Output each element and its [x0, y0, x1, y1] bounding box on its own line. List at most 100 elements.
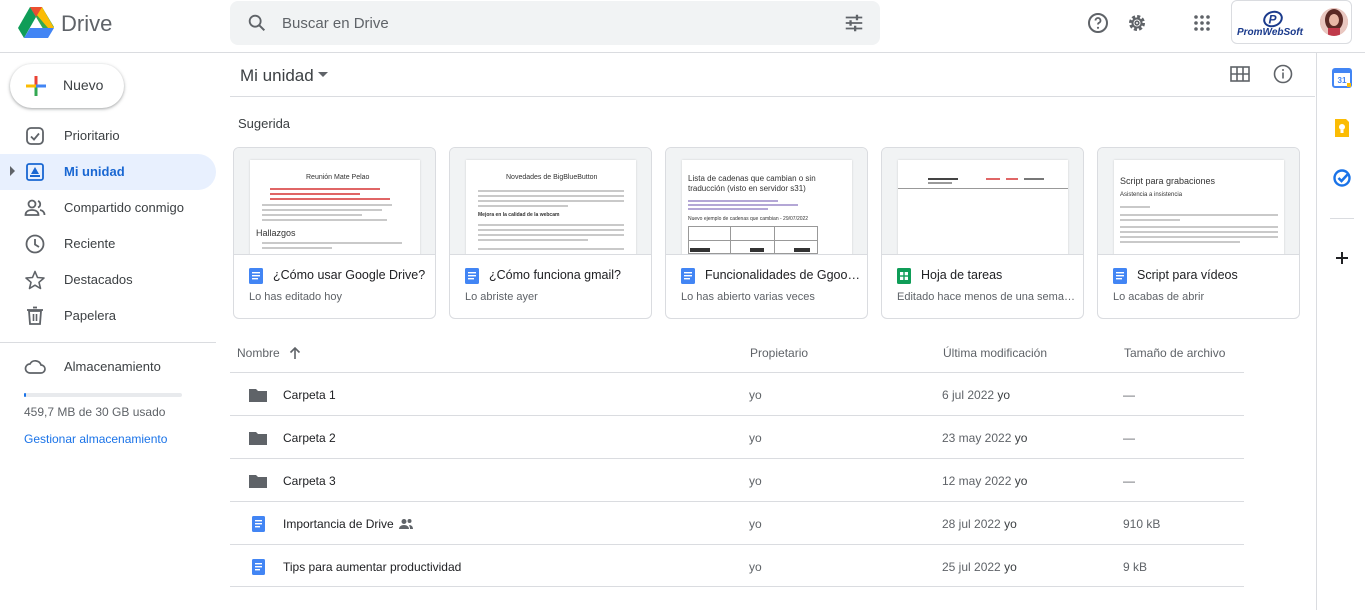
svg-text:31: 31 [1338, 76, 1347, 85]
card-subtitle: Lo acabas de abrir [1113, 291, 1205, 303]
sidebar-divider [0, 342, 216, 343]
suggested-card[interactable]: Lista de cadenas que cambian o sin tradu… [665, 147, 868, 319]
card-subtitle: Lo has editado hoy [249, 291, 342, 303]
preview-heading: Script para grabaciones [1120, 176, 1216, 186]
storage-label: Almacenamiento [64, 359, 161, 374]
doc-icon [1113, 268, 1127, 284]
tasks-icon[interactable] [1332, 168, 1352, 188]
shared-people-icon [399, 519, 413, 529]
star-icon [25, 270, 45, 290]
doc-icon [252, 559, 265, 575]
drive-logo-icon[interactable] [18, 7, 54, 39]
card-preview: Script para grabaciones Asistencia a ins… [1098, 148, 1299, 255]
grid-view-icon[interactable] [1229, 64, 1251, 84]
doc-icon [465, 268, 479, 284]
table-row[interactable]: Carpeta 1 yo 6 jul 2022 yo — [230, 372, 1244, 415]
column-header-modified[interactable]: Última modificación [943, 346, 1047, 360]
expand-caret-icon[interactable] [10, 166, 15, 176]
file-owner: yo [749, 560, 762, 574]
sidebar-item-almacenamiento[interactable]: Almacenamiento [0, 349, 216, 385]
suggested-card[interactable]: Novedades de BigBlueButton Mejora en la … [449, 147, 652, 319]
file-owner: yo [749, 431, 762, 445]
file-name: Carpeta 3 [283, 474, 336, 488]
page-title[interactable]: Mi unidad [240, 66, 314, 86]
search-input[interactable] [282, 13, 822, 33]
storage-bar [24, 393, 182, 397]
sidebar-item-mi-unidad[interactable]: Mi unidad [0, 154, 216, 190]
suggested-heading: Sugerida [238, 116, 291, 131]
preview-subheading: Mejora en la calidad de la webcam [478, 212, 560, 218]
card-preview: Reunión Mate Pelao Hallazgos [234, 148, 435, 255]
card-title: ¿Cómo funciona gmail? [489, 268, 622, 282]
card-title: Funcionalidades de Ggoogle Drive [705, 268, 861, 282]
calendar-icon[interactable]: 31 [1332, 68, 1352, 88]
file-modified: 6 jul 2022 yo [942, 388, 1011, 402]
doc-icon [252, 516, 265, 532]
table-row[interactable]: Importancia de Drive yo 28 jul 2022 yo 9… [230, 501, 1244, 544]
sheet-icon [897, 268, 911, 284]
sidebar-item-papelera[interactable]: Papelera [0, 298, 216, 334]
folder-icon [249, 432, 267, 445]
keep-icon[interactable] [1332, 118, 1352, 138]
search-icon[interactable] [246, 12, 268, 34]
doc-icon [249, 268, 263, 284]
file-owner: yo [749, 388, 762, 402]
clock-icon [25, 234, 45, 254]
card-title: Script para vídeos [1137, 268, 1238, 282]
card-preview [882, 148, 1083, 255]
people-icon [24, 199, 46, 216]
table-row[interactable]: Tips para aumentar productividad yo 25 j… [230, 544, 1244, 587]
suggested-card[interactable]: Reunión Mate Pelao Hallazgos ¿Cómo usar … [233, 147, 436, 319]
file-name: Importancia de Drive [283, 517, 394, 531]
search-options-icon[interactable] [843, 12, 865, 34]
plus-icon [26, 76, 46, 96]
sidebar-item-label: Mi unidad [64, 164, 125, 179]
table-row[interactable]: Carpeta 2 yo 23 may 2022 yo — [230, 415, 1244, 458]
file-size: 910 kB [1123, 517, 1161, 531]
new-button-label: Nuevo [63, 77, 104, 93]
sidebar-item-label: Compartido conmigo [64, 200, 184, 215]
card-title: ¿Cómo usar Google Drive? [273, 268, 426, 282]
folder-icon [249, 389, 267, 402]
sidebar-item-prioritario[interactable]: Prioritario [0, 118, 216, 154]
suggested-card[interactable]: Script para grabaciones Asistencia a ins… [1097, 147, 1300, 319]
sidebar-item-destacados[interactable]: Destacados [0, 262, 216, 298]
card-subtitle: Lo has abierto varias veces [681, 291, 815, 303]
sidebar-item-compartido[interactable]: Compartido conmigo [0, 190, 216, 226]
arrow-up-icon[interactable] [287, 345, 303, 361]
file-name: Carpeta 2 [283, 431, 336, 445]
card-preview: Lista de cadenas que cambian o sin tradu… [666, 148, 867, 255]
file-size: — [1123, 388, 1135, 402]
settings-gear-icon[interactable] [1125, 11, 1149, 35]
column-header-size: Tamaño de archivo [1124, 346, 1226, 360]
user-avatar[interactable] [1320, 8, 1348, 36]
suggested-card[interactable]: Hoja de tareas Editado hace menos de una… [881, 147, 1084, 319]
folder-icon [249, 475, 267, 488]
preview-heading: Lista de cadenas que cambian o sin tradu… [688, 174, 816, 193]
help-icon[interactable] [1086, 11, 1110, 35]
chevron-down-icon[interactable] [318, 72, 328, 77]
table-row[interactable]: Carpeta 3 yo 12 may 2022 yo — [230, 458, 1244, 501]
file-name: Carpeta 1 [283, 388, 336, 402]
add-addon-icon[interactable] [1332, 248, 1352, 268]
column-header-name[interactable]: Nombre [237, 346, 280, 360]
manage-storage-link[interactable]: Gestionar almacenamiento [24, 432, 167, 446]
preview-heading: Reunión Mate Pelao [306, 174, 370, 181]
preview-subheading: Hallazgos [256, 228, 296, 238]
sidebar-item-label: Prioritario [64, 128, 120, 143]
card-title: Hoja de tareas [921, 268, 1003, 282]
file-modified: 12 may 2022 yo [942, 474, 1028, 488]
file-modified: 23 may 2022 yo [942, 431, 1028, 445]
sidebar-item-reciente[interactable]: Reciente [0, 226, 216, 262]
sidebar-item-label: Destacados [64, 272, 133, 287]
file-size: — [1123, 431, 1135, 445]
file-modified: 25 jul 2022 yo [942, 560, 1017, 574]
sidebar-item-label: Papelera [64, 308, 117, 323]
storage-bar-fill [24, 393, 26, 397]
trash-icon [27, 306, 43, 325]
apps-grid-icon[interactable] [1190, 11, 1214, 35]
svg-text:P: P [1269, 13, 1278, 27]
file-owner: yo [749, 517, 762, 531]
doc-icon [681, 268, 695, 284]
info-icon[interactable] [1272, 63, 1294, 85]
